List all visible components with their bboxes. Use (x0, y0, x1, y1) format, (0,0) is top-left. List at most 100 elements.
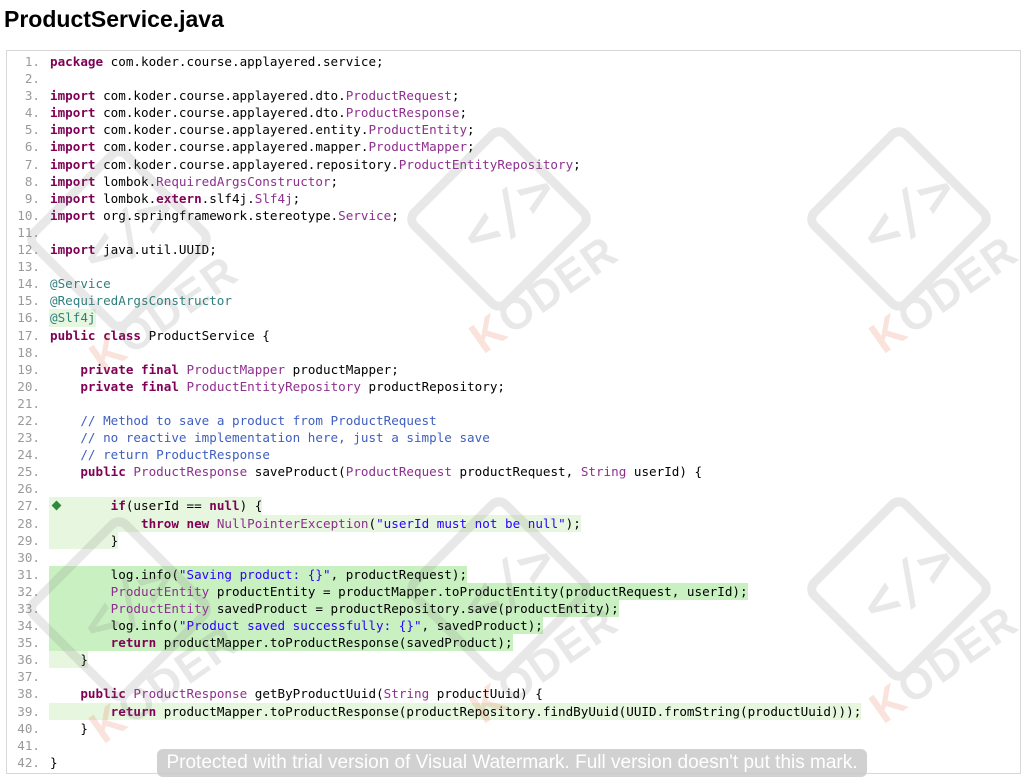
code-text: import com.koder.course.applayered.dto.P… (50, 105, 468, 121)
code-line: 34. log.info("Product saved successfully… (7, 617, 1020, 635)
line-number: 25. (17, 464, 40, 480)
code-line: 29. } (7, 531, 1020, 549)
code-line: 33. ProductEntity savedProduct = product… (7, 600, 1020, 618)
line-number: 23. (17, 430, 40, 446)
code-line: 21. (7, 395, 1020, 412)
code-line: 19. private final ProductMapper productM… (7, 361, 1020, 378)
code-line: 27. if(userId == null) { (7, 497, 1020, 515)
code-text: } (50, 720, 88, 736)
code-line: 3. import com.koder.course.applayered.dto… (7, 87, 1020, 104)
line-number: 31. (17, 566, 40, 582)
line-number: 39. (17, 703, 40, 719)
code-text: ProductEntity savedProduct = productRepo… (49, 600, 619, 618)
line-number: 30. (17, 549, 40, 565)
line-number: 28. (17, 515, 40, 531)
code-line: 11. (7, 224, 1020, 241)
line-number: 15. (17, 293, 40, 309)
code-text: throw new NullPointerException("userId m… (49, 514, 581, 532)
code-text: import lombok.extern.slf4j.Slf4j; (50, 190, 301, 206)
line-number: 26. (17, 481, 40, 497)
code-line: 25. public ProductResponse saveProduct(P… (7, 463, 1020, 480)
code-text: return productMapper.toProductResponse(s… (49, 634, 513, 652)
code-text: public ProductResponse getByProductUuid(… (80, 686, 543, 702)
code-line: 35. return productMapper.toProductRespon… (7, 634, 1020, 652)
code-text: import com.koder.course.applayered.mappe… (50, 139, 475, 155)
line-number: 11. (17, 224, 40, 240)
line-number: 1. (24, 54, 40, 69)
code-line: 30. (7, 549, 1020, 566)
code-line: 31. log.info("Saving product: {}", produ… (7, 565, 1020, 583)
line-number: 37. (17, 669, 40, 685)
code-line: 6. import com.koder.course.applayered.map… (7, 138, 1020, 155)
line-number: 4. (24, 105, 40, 121)
line-number: 21. (17, 395, 40, 411)
code-text: } (50, 754, 58, 770)
code-text: return productMapper.toProductResponse(p… (49, 702, 862, 720)
line-number: 19. (17, 361, 40, 377)
code-line: 18. (7, 344, 1020, 361)
code-line: 32. ProductEntity productEntity = produc… (7, 582, 1020, 600)
code-line: 36. } (7, 651, 1020, 669)
line-number: 42. (17, 754, 40, 770)
code-line: 24. // return ProductResponse (7, 446, 1020, 463)
code-line: 26. (7, 480, 1020, 497)
code-text: import com.koder.course.applayered.entit… (50, 122, 475, 138)
code-line: 22. // Method to save a product from Pro… (7, 412, 1020, 429)
code-text: private final ProductEntityRepository pr… (80, 378, 505, 394)
code-text: import lombok.RequiredArgsConstructor; (50, 173, 339, 189)
line-number: 8. (24, 173, 40, 189)
line-number: 13. (17, 259, 40, 275)
line-number: 32. (17, 583, 40, 599)
code-line: 20. private final ProductEntityRepositor… (7, 378, 1020, 395)
code-line: 17. public class ProductService { (7, 327, 1020, 344)
line-number: 24. (17, 447, 40, 463)
code-viewer[interactable]: 1. package com.koder.course.applayered.se… (6, 50, 1021, 774)
line-number: 41. (17, 737, 40, 753)
code-line: 4. import com.koder.course.applayered.dto… (7, 104, 1020, 121)
code-lines: 1. package com.koder.course.applayered.se… (7, 53, 1020, 771)
code-line: 39. return productMapper.toProductRespon… (7, 702, 1020, 720)
line-number: 14. (17, 276, 40, 292)
line-number: 17. (17, 327, 40, 343)
code-line: 2. (7, 70, 1020, 87)
code-text: // no reactive implementation here, just… (80, 430, 490, 446)
line-number: 9. (24, 190, 40, 206)
code-text: public class ProductService { (50, 327, 270, 343)
code-text: log.info("Product saved successfully: {}… (49, 617, 543, 635)
line-number: 6. (24, 139, 40, 155)
code-line: 28. throw new NullPointerException("user… (7, 514, 1020, 532)
line-number: 34. (17, 618, 40, 634)
code-line: 40. } (7, 720, 1020, 737)
code-line: 8. import lombok.RequiredArgsConstructor; (7, 173, 1020, 190)
code-text: import com.koder.course.applayered.repos… (50, 156, 581, 172)
line-number: 29. (17, 532, 40, 548)
code-line: 5. import com.koder.course.applayered.ent… (7, 121, 1020, 138)
line-number: 2. (24, 71, 40, 87)
code-text: private final ProductMapper productMappe… (80, 361, 399, 377)
code-text: public ProductResponse saveProduct(Produ… (80, 464, 703, 480)
line-number: 16. (17, 310, 40, 326)
code-text: if(userId == null) { (49, 497, 263, 515)
code-text: // return ProductResponse (80, 447, 270, 463)
code-line: 14. @Service (7, 275, 1020, 292)
code-text: ProductEntity productEntity = productMap… (49, 582, 748, 600)
trial-watermark-banner: Protected with trial version of Visual W… (157, 749, 867, 777)
code-line: 10. import org.springframework.stereotype… (7, 207, 1020, 224)
line-number: 36. (17, 652, 40, 668)
line-number: 18. (17, 344, 40, 360)
code-text: @Service (50, 276, 111, 292)
code-line: 38. public ProductResponse getByProductU… (7, 685, 1020, 702)
line-number: 27. (17, 498, 40, 514)
code-text: import org.springframework.stereotype.Se… (50, 207, 399, 223)
line-number: 38. (17, 686, 40, 702)
code-text: log.info("Saving product: {}", productRe… (49, 565, 468, 583)
code-text: } (49, 531, 119, 549)
line-number: 3. (24, 88, 40, 104)
line-number: 10. (17, 207, 40, 223)
code-line: 13. (7, 258, 1020, 275)
code-text: @RequiredArgsConstructor (50, 293, 232, 309)
code-line: 23. // no reactive implementation here, … (7, 429, 1020, 446)
code-line: 7. import com.koder.course.applayered.rep… (7, 156, 1020, 173)
line-number: 5. (24, 122, 40, 138)
code-line: 9. import lombok.extern.slf4j.Slf4j; (7, 190, 1020, 207)
